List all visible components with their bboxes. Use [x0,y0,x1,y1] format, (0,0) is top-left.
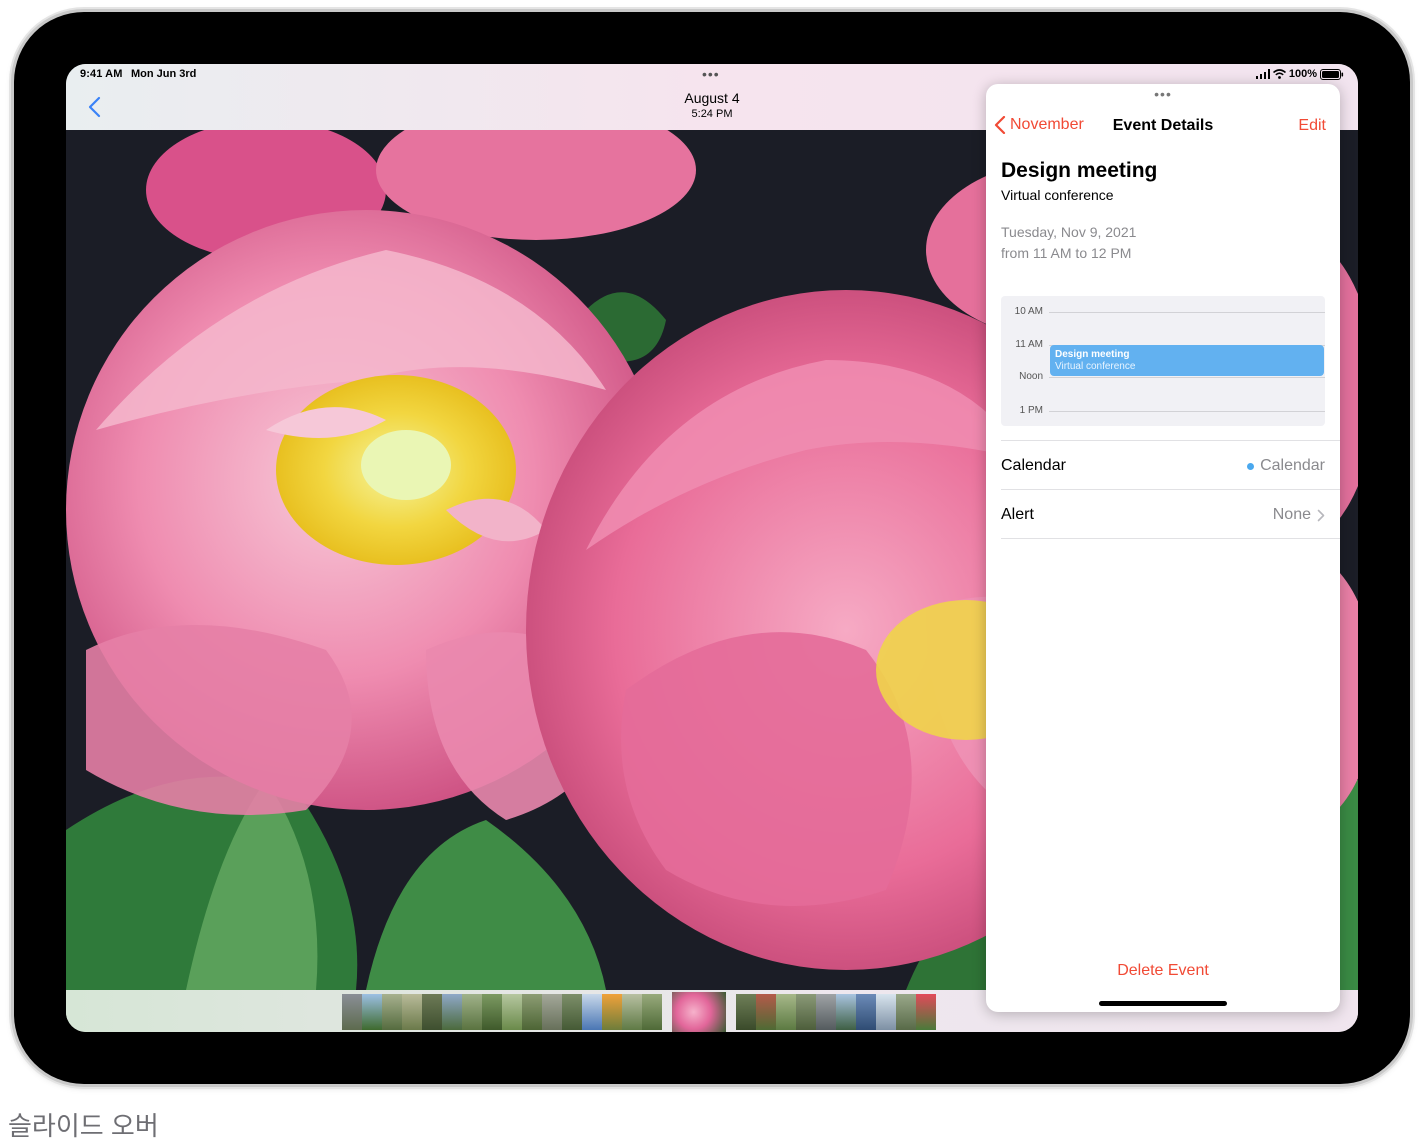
alert-row[interactable]: Alert None [1001,489,1340,539]
hour-label: Noon [1019,371,1043,382]
home-indicator[interactable] [1099,1001,1227,1006]
thumbnail[interactable] [602,994,622,1030]
battery-icon [1320,68,1344,80]
top-button [10,86,13,152]
thumbnail[interactable] [382,994,402,1030]
hour-label: 11 AM [1015,339,1043,350]
thumbnail[interactable] [442,994,462,1030]
thumbnail-selected[interactable] [672,992,726,1032]
thumbnail[interactable] [642,994,662,1030]
photo-title: August 4 [684,90,740,106]
thumbnail-list [342,992,936,1032]
event-time: from 11 AM to 12 PM [1001,245,1132,261]
status-right: 100% [1255,68,1344,80]
thumbnail[interactable] [342,994,362,1030]
event-block-title: Design meeting [1055,349,1130,360]
multitask-dots[interactable]: ••• [702,67,720,81]
hour-label: 10 AM [1014,306,1043,317]
thumbnail[interactable] [756,994,776,1030]
nav-title: Event Details [1112,117,1214,134]
calendar-label: Calendar [1001,457,1066,474]
page-caption: 슬라이드 오버 [8,1111,159,1141]
battery-percent: 100% [1288,68,1317,80]
thumbnail[interactable] [836,994,856,1030]
thumbnail[interactable] [502,994,522,1030]
event-block[interactable]: Design meeting Virtual conference [1050,345,1324,376]
thumbnail[interactable] [482,994,502,1030]
status-date: Mon Jun 3rd [131,68,197,80]
thumbnail[interactable] [462,994,482,1030]
calendar-value: Calendar [1247,457,1325,475]
thumbnail[interactable] [876,994,896,1030]
hour-line [1049,411,1325,412]
photo-subtitle: 5:24 PM [691,108,733,120]
event-title: Design meeting [1001,159,1158,182]
chevron-right-icon [1317,509,1325,521]
alert-label: Alert [1001,506,1034,523]
wifi-icon [1272,69,1286,79]
alert-value-text: None [1272,506,1311,523]
hour-line [1049,312,1325,313]
event-location: Virtual conference [1001,187,1114,203]
edit-button[interactable]: Edit [1298,117,1326,135]
thumbnail[interactable] [816,994,836,1030]
thumbnail[interactable] [856,994,876,1030]
thumbnail[interactable] [362,994,382,1030]
thumbnail[interactable] [896,994,916,1030]
thumbnail[interactable] [776,994,796,1030]
thumbnail[interactable] [522,994,542,1030]
status-time: 9:41 AM [80,68,123,80]
event-block-subtitle: Virtual conference [1055,361,1136,372]
thumbnail[interactable] [422,994,442,1030]
delete-event-button[interactable]: Delete Event [986,962,1340,980]
thumbnail[interactable] [916,994,936,1030]
hour-label: 1 PM [1019,405,1043,416]
slide-over-panel: ••• November Event Details Edit Design m… [986,84,1340,1012]
signal-icon [1255,69,1270,79]
calendar-color-dot [1247,462,1255,470]
ipad-screen: 9:41 AM Mon Jun 3rd ••• 100% August 4 5:… [66,64,1358,1032]
calendar-row[interactable]: Calendar Calendar [1001,440,1340,489]
day-view-preview: 10 AM 11 AM Noon 1 PM Design meeting Vir… [1001,296,1325,426]
thumbnail[interactable] [796,994,816,1030]
thumbnail[interactable] [402,994,422,1030]
thumbnail[interactable] [562,994,582,1030]
back-chevron-icon[interactable] [86,96,104,118]
slide-over-handle[interactable]: ••• [986,86,1340,102]
thumbnail[interactable] [582,994,602,1030]
calendar-value-text: Calendar [1260,457,1325,474]
hour-line [1049,377,1325,378]
thumbnail[interactable] [542,994,562,1030]
thumbnail[interactable] [736,994,756,1030]
thumbnail[interactable] [622,994,642,1030]
alert-value: None [1273,506,1325,524]
event-date: Tuesday, Nov 9, 2021 [1001,224,1137,240]
